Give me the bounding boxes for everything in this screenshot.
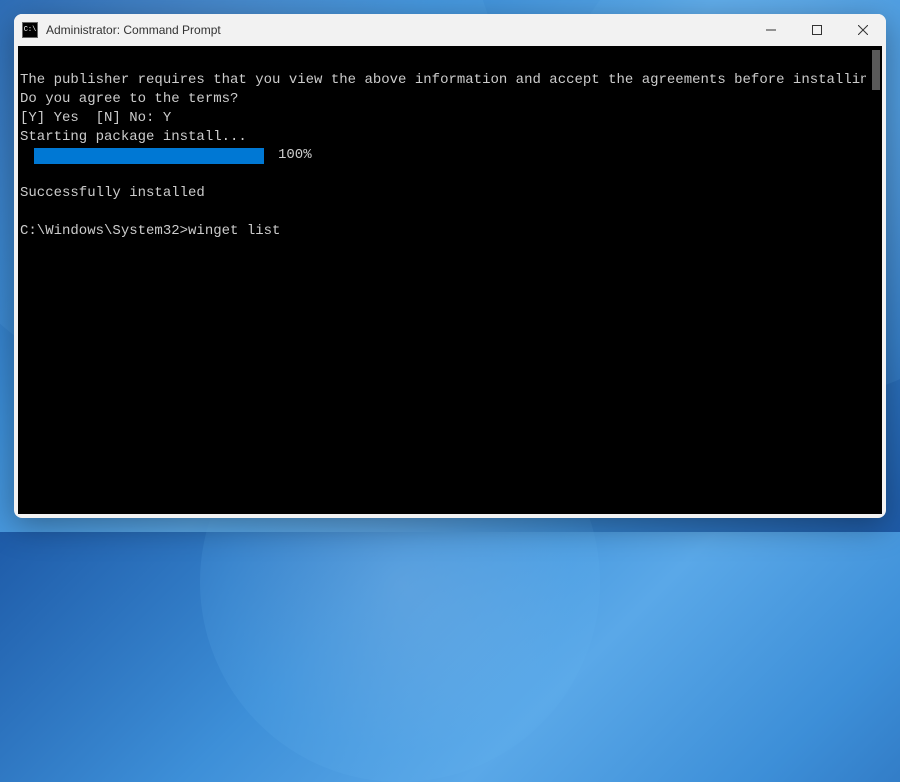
progress-row: 100% bbox=[20, 146, 882, 165]
progress-percent: 100% bbox=[278, 146, 312, 165]
progress-bar bbox=[34, 148, 264, 164]
terminal-area: The publisher requires that you view the… bbox=[18, 46, 882, 514]
close-button[interactable] bbox=[840, 14, 886, 46]
scrollbar-track[interactable] bbox=[866, 46, 882, 514]
scrollbar-thumb[interactable] bbox=[872, 50, 880, 90]
cmd-icon-label: C:\ bbox=[24, 27, 37, 34]
output-line: Successfully installed bbox=[20, 185, 205, 201]
terminal-output[interactable]: The publisher requires that you view the… bbox=[18, 46, 882, 514]
output-line: The publisher requires that you view the… bbox=[20, 72, 882, 88]
command-input[interactable]: winget list bbox=[188, 223, 280, 239]
titlebar[interactable]: C:\ Administrator: Command Prompt bbox=[14, 14, 886, 46]
output-line: [Y] Yes [N] No: Y bbox=[20, 110, 171, 126]
command-prompt-window: C:\ Administrator: Command Prompt The pu… bbox=[14, 14, 886, 518]
maximize-button[interactable] bbox=[794, 14, 840, 46]
window-title: Administrator: Command Prompt bbox=[46, 23, 748, 37]
output-line: Starting package install... bbox=[20, 129, 247, 145]
prompt-path: C:\Windows\System32> bbox=[20, 223, 188, 239]
output-line: Do you agree to the terms? bbox=[20, 91, 238, 107]
prompt-line: C:\Windows\System32>winget list bbox=[20, 223, 280, 239]
cmd-icon: C:\ bbox=[22, 22, 38, 38]
window-controls bbox=[748, 14, 886, 46]
minimize-button[interactable] bbox=[748, 14, 794, 46]
